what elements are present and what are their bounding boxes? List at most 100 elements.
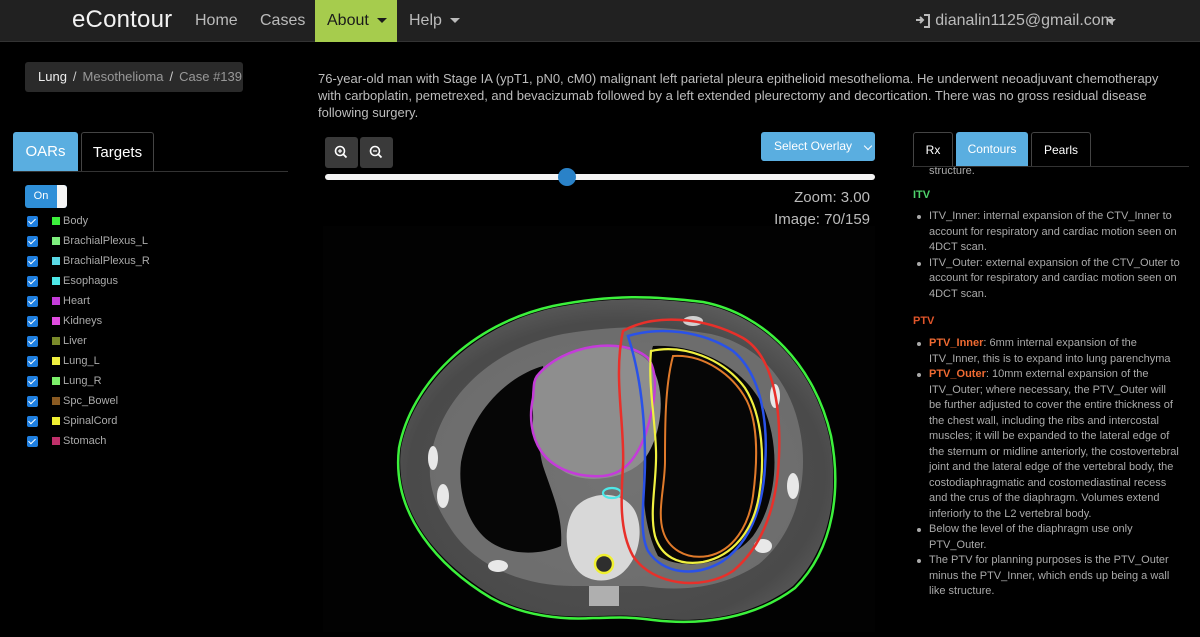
structure-label: Stomach xyxy=(63,435,107,447)
zoom-in-button[interactable] xyxy=(325,137,358,168)
user-email: dianalin1125@gmail.com xyxy=(935,12,1114,29)
structure-checkbox[interactable] xyxy=(27,336,38,347)
user-menu[interactable]: dianalin1125@gmail.com xyxy=(915,0,1114,42)
list-item: PTV_Outer: 10mm external expansion of th… xyxy=(913,367,1181,522)
zoom-readout: Zoom: 3.00 xyxy=(794,189,870,206)
structure-checkbox[interactable] xyxy=(27,356,38,367)
sign-in-icon xyxy=(916,13,931,28)
structure-label: Spc_Bowel xyxy=(63,395,119,407)
structure-color-swatch xyxy=(52,417,60,425)
structure-color-swatch xyxy=(52,277,60,285)
ptv-inner-label: PTV_Inner xyxy=(929,337,984,349)
list-item[interactable]: Lung_R xyxy=(27,371,227,391)
structure-checkbox[interactable] xyxy=(27,316,38,327)
structure-label: SpinalCord xyxy=(63,415,118,427)
nav-help-dropdown[interactable]: Help xyxy=(409,0,460,42)
list-item[interactable]: BrachialPlexus_R xyxy=(27,251,227,271)
heart xyxy=(532,346,661,479)
list-item[interactable]: Lung_L xyxy=(27,351,227,371)
list-item: ITV_Inner: internal expansion of the CTV… xyxy=(913,209,1181,256)
tab-pearls[interactable]: Pearls xyxy=(1031,132,1091,167)
nav-home[interactable]: Home xyxy=(195,0,238,42)
nav-about-dropdown[interactable]: About xyxy=(315,0,397,42)
structure-label: Lung_L xyxy=(63,355,100,367)
structure-color-swatch xyxy=(52,397,60,405)
oar-list: Body BrachialPlexus_L BrachialPlexus_R Esop… xyxy=(27,211,227,451)
structure-color-swatch xyxy=(52,377,60,385)
zoom-in-icon xyxy=(334,145,348,159)
nav-cases[interactable]: Cases xyxy=(260,0,305,42)
structure-color-swatch xyxy=(52,237,60,245)
structure-checkbox[interactable] xyxy=(27,416,38,427)
structure-checkbox[interactable] xyxy=(27,436,38,447)
list-item[interactable]: Esophagus xyxy=(27,271,227,291)
list-item[interactable]: BrachialPlexus_L xyxy=(27,231,227,251)
structure-label: Kidneys xyxy=(63,315,103,327)
list-item: Below the level of the diaphragm use onl… xyxy=(913,522,1181,553)
list-item[interactable]: Kidneys xyxy=(27,311,227,331)
list-item: The PTV for planning purposes is the PTV… xyxy=(913,553,1181,600)
brand-logo[interactable]: eContour xyxy=(72,6,172,34)
toggle-label: On xyxy=(33,190,49,202)
list-item[interactable]: Heart xyxy=(27,291,227,311)
ptv-heading: PTV xyxy=(913,315,935,327)
tab-rx[interactable]: Rx xyxy=(913,132,953,167)
nav-about-label: About xyxy=(327,12,369,29)
structure-label: BrachialPlexus_L xyxy=(63,235,148,247)
structure-label: Esophagus xyxy=(63,275,119,287)
select-overlay-dropdown[interactable]: Select Overlay xyxy=(761,132,875,161)
structure-label: BrachialPlexus_R xyxy=(63,255,150,267)
list-item[interactable]: Body xyxy=(27,211,227,231)
list-item: ITV_Outer: external expansion of the CTV… xyxy=(913,256,1181,303)
structure-color-swatch xyxy=(52,217,60,225)
structure-color-swatch xyxy=(52,297,60,305)
ct-image xyxy=(396,295,837,624)
list-item[interactable]: Stomach xyxy=(27,431,227,451)
case-description: 76-year-old man with Stage IA (ypT1, pN0… xyxy=(318,71,1159,120)
structure-checkbox[interactable] xyxy=(27,276,38,287)
zoom-out-button[interactable] xyxy=(360,137,393,168)
structure-checkbox[interactable] xyxy=(27,296,38,307)
structure-checkbox[interactable] xyxy=(27,376,38,387)
breadcrumb-case: Case #139 xyxy=(179,69,242,84)
structure-checkbox[interactable] xyxy=(27,256,38,267)
ct-viewer[interactable] xyxy=(323,226,875,632)
toggle-knob xyxy=(57,185,67,208)
list-item[interactable]: Liver xyxy=(27,331,227,351)
structure-color-swatch xyxy=(52,437,60,445)
slice-slider-track[interactable] xyxy=(325,174,875,180)
structure-color-swatch xyxy=(52,357,60,365)
breadcrumb-mesothelioma[interactable]: Mesothelioma xyxy=(83,69,164,84)
list-item: PTV_Inner: 6mm internal expansion of the… xyxy=(913,336,1181,367)
ptv-outer-text: : 10mm external expansion of the ITV_Out… xyxy=(929,368,1179,520)
breadcrumb-lung[interactable]: Lung xyxy=(38,69,67,84)
tab-targets[interactable]: Targets xyxy=(81,132,154,172)
structure-checkbox[interactable] xyxy=(27,236,38,247)
structure-label: Body xyxy=(63,215,89,227)
notes-fragment: structure. xyxy=(929,167,975,177)
structure-label: Heart xyxy=(63,295,90,307)
chevron-down-icon xyxy=(863,141,873,151)
itv-heading: ITV xyxy=(913,189,931,201)
structures-toggle[interactable]: On xyxy=(25,185,67,208)
contour-notes-panel[interactable]: structure. ITV ITV_Inner: internal expan… xyxy=(913,167,1183,632)
structure-color-swatch xyxy=(52,337,60,345)
tab-contours[interactable]: Contours xyxy=(956,132,1028,167)
structure-color-swatch xyxy=(52,257,60,265)
itv-list: ITV_Inner: internal expansion of the CTV… xyxy=(913,209,1181,302)
structure-label: Lung_R xyxy=(63,375,102,387)
breadcrumb: Lung / Mesothelioma / Case #139 xyxy=(25,62,243,92)
chevron-down-icon xyxy=(449,18,460,24)
select-overlay-label: Select Overlay xyxy=(774,139,853,153)
structure-checkbox[interactable] xyxy=(27,396,38,407)
ptv-list: PTV_Inner: 6mm internal expansion of the… xyxy=(913,336,1181,600)
zoom-out-icon xyxy=(369,145,383,159)
list-item[interactable]: Spc_Bowel xyxy=(27,391,227,411)
nav-help-label: Help xyxy=(409,12,442,29)
chevron-down-icon[interactable] xyxy=(1106,19,1116,24)
tab-oars[interactable]: OARs xyxy=(13,132,78,172)
top-navbar: eContour Home Cases About Help dianalin1… xyxy=(0,0,1200,42)
list-item[interactable]: SpinalCord xyxy=(27,411,227,431)
slice-slider-handle[interactable] xyxy=(558,168,576,186)
structure-checkbox[interactable] xyxy=(27,216,38,227)
